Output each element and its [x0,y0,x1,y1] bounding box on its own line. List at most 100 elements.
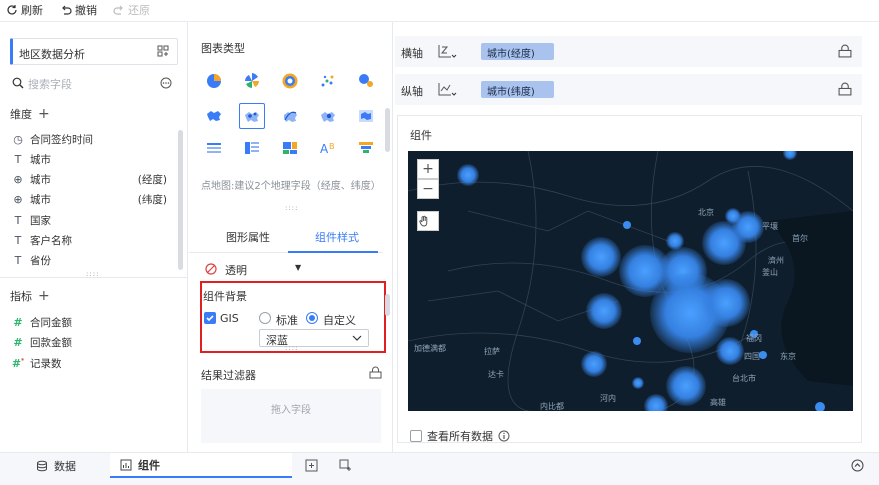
add-dimension-icon[interactable]: + [38,106,50,122]
dimension-item[interactable]: ⊕ 城市 (纬度) [11,190,171,208]
redo-button[interactable]: 还原 [113,3,150,17]
lock-icon[interactable] [838,82,852,96]
flow-map-type[interactable] [277,103,303,129]
dimension-item[interactable]: T 国家 [11,211,171,229]
treemap-type[interactable] [277,135,303,161]
field-label: 省份 [30,254,51,267]
dataset-name: 地区数据分析 [19,48,85,61]
switch-dataset-icon[interactable] [157,45,169,57]
text-icon: T [14,213,22,227]
point-map-type[interactable] [239,103,265,129]
scatter-chart-type[interactable] [315,68,341,94]
sunburst-chart-type[interactable] [277,68,303,94]
redo-icon [113,5,123,15]
cross-table-type[interactable] [239,135,265,161]
view-all-checkbox[interactable] [410,430,422,442]
dimension-title: 维度 [10,108,32,121]
dimension-item[interactable]: T 省份 [11,251,171,269]
dimension-item[interactable]: T 客户名称 [11,231,171,249]
resize-handle[interactable]: :::: [285,204,298,212]
gis-map-type[interactable] [353,103,379,129]
chart-icon [120,459,132,470]
funnel-type[interactable] [353,135,379,161]
bubble-chart-type[interactable] [353,68,379,94]
gis-checkbox[interactable] [204,312,216,324]
measure-item[interactable]: #* 记录数 [11,354,171,372]
refresh-label: 刷新 [21,4,43,17]
tab-graph-props[interactable]: 图形属性 [226,229,270,245]
info-icon[interactable] [498,430,510,442]
text-icon: T [14,152,22,166]
y-axis-field-pill[interactable]: 城市(纬度) [481,81,554,98]
measure-title: 指标 [10,290,32,303]
more-options-icon[interactable] [160,77,172,89]
collapse-icon[interactable] [851,459,864,472]
zoom-in-button[interactable]: + [417,159,439,179]
hash-icon: # [13,315,23,329]
pie-chart-type[interactable] [201,68,227,94]
field-search[interactable]: 搜索字段 [10,74,180,92]
drop-hint: 拖入字段 [271,405,311,416]
y-axis-label: 纵轴 [401,85,423,98]
x-axis-field-pill[interactable]: 城市(经度) [481,43,554,60]
pie-chart-icon [207,74,221,88]
dimension-scrollbar[interactable] [178,130,183,270]
tab-widget[interactable]: 组件 [110,453,292,478]
dimension-item[interactable]: ◷ 合同签约时间 [11,130,171,148]
map-label: 濟州 [768,256,784,265]
filter-drop-zone[interactable]: 拖入字段 [201,389,381,443]
search-input[interactable]: 搜索字段 [28,76,72,92]
undo-icon [62,5,72,15]
opacity-select[interactable]: 透明 ▼ [203,260,313,278]
style-scrollbar[interactable] [385,294,390,316]
undo-button[interactable]: 撤销 [60,3,97,17]
measure-item[interactable]: # 回款金额 [11,333,171,351]
zoom-out-button[interactable]: − [417,179,439,199]
axis-sort-icon[interactable] [437,80,457,98]
widget-preview: 组件 北京 平壤 首尔 釜山 加德满都 拉萨 达卡 河内 内比都 台北市 高雄 … [397,115,862,443]
map-label: 北京 [698,208,714,217]
heat-map-type[interactable] [315,103,341,129]
map-style-select[interactable]: 深蓝 [259,329,369,347]
tab-data[interactable]: 数据 [36,453,76,478]
map-label: 台北市 [732,374,756,383]
globe-icon: ⊕ [13,172,23,186]
dataset-selector[interactable]: 地区数据分析 [10,38,178,65]
city-bubble[interactable] [457,151,825,411]
add-widget-icon[interactable] [305,459,318,472]
pan-tool-button[interactable] [417,211,439,231]
chart-type-hint: 点地图:建议2个地理字段（经度、纬度） [201,181,381,192]
axis-sort-icon[interactable] [437,42,457,60]
divider [0,277,187,278]
rose-chart-type[interactable] [239,68,265,94]
background-title: 组件背景 [203,290,247,303]
custom-radio[interactable] [306,312,318,324]
field-suffix: (纬度) [137,193,167,206]
add-dashboard-icon[interactable] [339,459,352,472]
gis-map[interactable]: 北京 平壤 首尔 釜山 加德满都 拉萨 达卡 河内 内比都 台北市 高雄 东京 … [408,151,853,411]
dimension-item[interactable]: ⊕ 城市 (经度) [11,170,171,188]
add-measure-icon[interactable]: + [38,288,50,304]
bottom-bar: 数据 组件 [0,452,879,485]
table-type[interactable] [201,135,227,161]
word-cloud-type[interactable]: AB [315,135,341,161]
region-map-icon [207,111,221,121]
chart-type-scrollbar[interactable] [385,108,390,152]
field-label: 记录数 [30,357,62,370]
view-all-data[interactable]: 查看所有数据 [410,428,510,444]
dimension-item[interactable]: T 城市 [11,150,171,168]
map-label: 福冈 [746,334,762,343]
resize-handle[interactable]: :::: [285,344,298,352]
lock-icon[interactable] [369,366,382,379]
measure-item[interactable]: # 合同金额 [11,313,171,331]
flow-map-icon [284,111,297,122]
refresh-button[interactable]: 刷新 [6,3,43,17]
hash-icon: # [13,335,23,349]
treemap-icon [283,142,297,154]
svg-text:B: B [329,142,335,151]
standard-radio[interactable] [259,312,271,324]
field-label: 合同金额 [30,316,72,329]
lock-icon[interactable] [838,44,852,58]
region-map-type[interactable] [201,103,227,129]
tab-component-style[interactable]: 组件样式 [315,229,359,245]
